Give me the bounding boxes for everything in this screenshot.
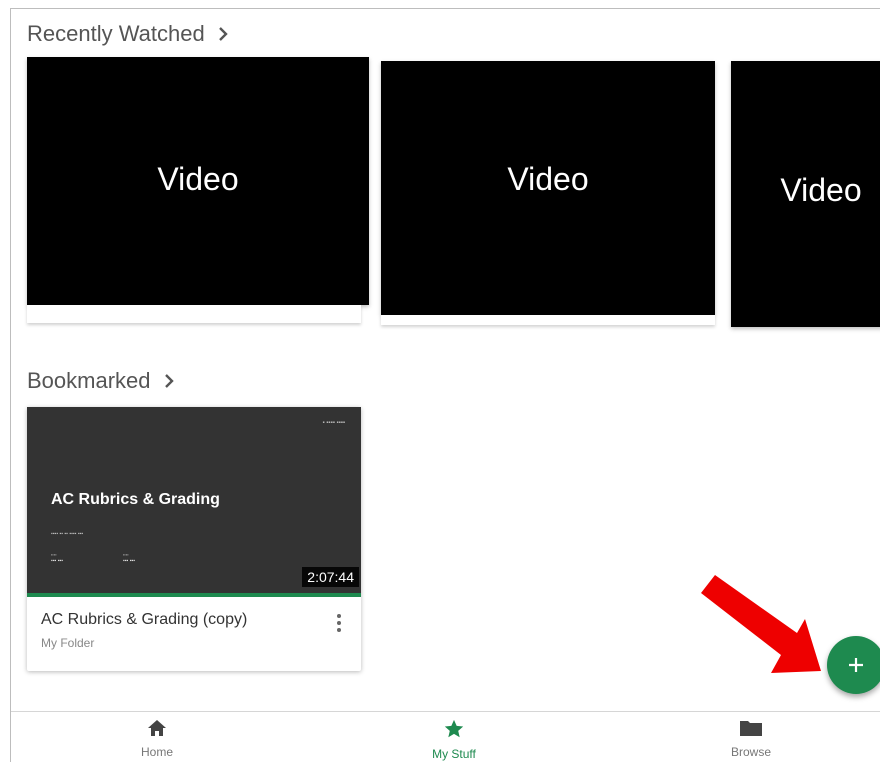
folder-icon: [740, 721, 762, 736]
thumbnail-title: AC Rubrics & Grading: [51, 491, 220, 508]
red-arrow-annotation: [701, 575, 821, 673]
nav-my-stuff-label: My Stuff: [432, 747, 476, 761]
thumbnail-meta-right: ▪▪▪▪ ▪▪▪ ▪▪▪: [123, 552, 136, 564]
video-label: Video: [157, 161, 239, 197]
star-icon: [444, 719, 464, 738]
plus-icon: [849, 658, 863, 672]
bookmarked-title: Bookmarked: [27, 368, 151, 393]
video-card-footer: [27, 305, 361, 323]
bookmark-folder: My Folder: [41, 636, 95, 650]
nav-browse-label: Browse: [730, 745, 771, 759]
recently-watched-title: Recently Watched: [27, 21, 205, 46]
nav-browse[interactable]: Browse: [691, 718, 811, 759]
video-card-footer: [381, 315, 715, 325]
watch-progress-bar: [27, 593, 361, 597]
nav-home[interactable]: Home: [97, 718, 217, 759]
chevron-right-icon: [218, 27, 228, 41]
thumbnail-meta-left: ▪▪▪▪ ▪▪▪ ▪▪▪: [51, 552, 64, 564]
recently-watched-header[interactable]: Recently Watched: [27, 21, 231, 47]
video-card[interactable]: Video: [731, 61, 880, 327]
nav-home-label: Home: [140, 745, 173, 759]
add-fab-button[interactable]: [827, 636, 880, 694]
home-icon: [148, 720, 166, 736]
video-card[interactable]: Video: [27, 57, 369, 323]
bookmarked-header[interactable]: Bookmarked: [27, 368, 177, 394]
app-frame: Recently Watched Video Video Video Bookm…: [10, 8, 880, 762]
video-card[interactable]: Video: [381, 61, 715, 325]
bottom-nav: Home My Stuff Browse: [11, 711, 880, 762]
video-label: Video: [507, 161, 589, 197]
thumbnail-brand-text: ▪ ▪▪▪▪ ▪▪▪▪: [322, 420, 345, 426]
thumbnail-date-text: ▪▪▪▪ ▪▪ ▪▪ ▪▪▪▪ ▪▪▪: [51, 531, 84, 537]
bookmark-title[interactable]: AC Rubrics & Grading (copy): [41, 611, 247, 629]
bookmark-card[interactable]: ▪ ▪▪▪▪ ▪▪▪▪ AC Rubrics & Grading ▪▪▪▪ ▪▪…: [27, 407, 361, 671]
nav-my-stuff[interactable]: My Stuff: [394, 718, 514, 761]
video-label: Video: [780, 172, 862, 208]
duration-badge: 2:07:44: [302, 567, 359, 587]
more-options-icon[interactable]: [335, 613, 343, 633]
bookmark-thumbnail[interactable]: ▪ ▪▪▪▪ ▪▪▪▪ AC Rubrics & Grading ▪▪▪▪ ▪▪…: [27, 407, 361, 593]
chevron-right-icon: [164, 374, 174, 388]
